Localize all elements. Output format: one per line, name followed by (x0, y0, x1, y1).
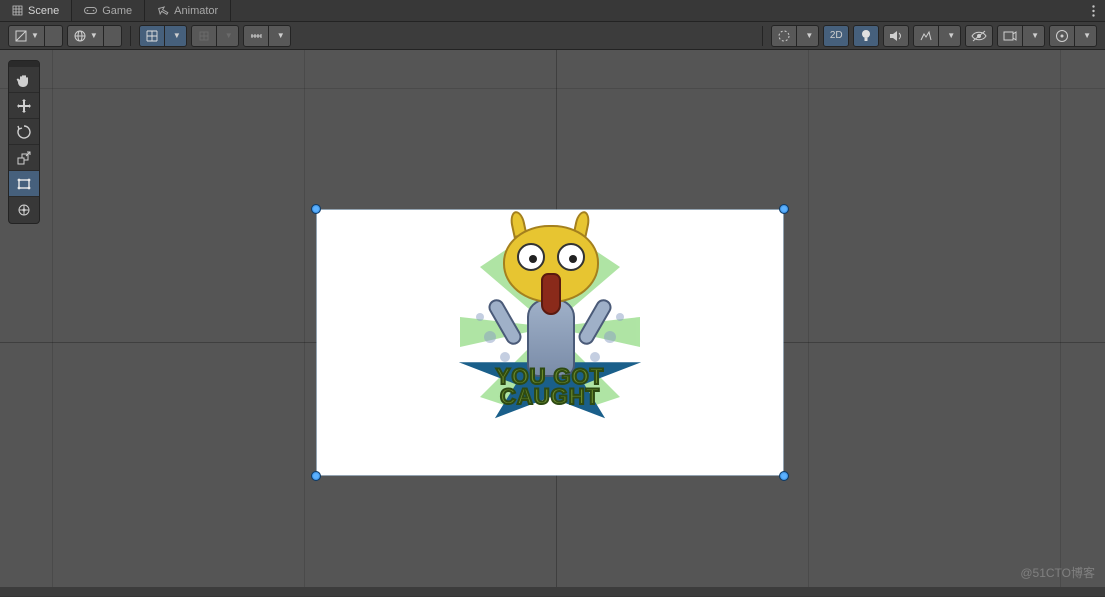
selected-object[interactable]: YOU GOT CAUGHT (317, 210, 783, 475)
transform-icon (16, 202, 32, 218)
fx-toggle[interactable] (913, 25, 939, 47)
chevron-down-icon: ▼ (947, 31, 955, 40)
snap-increment-button[interactable] (191, 25, 217, 47)
eye-off-icon (971, 30, 987, 42)
view-tool[interactable] (9, 67, 39, 93)
debug-draw-dropdown[interactable]: ▼ (797, 25, 819, 47)
grid-icon (12, 5, 23, 16)
gizmo-icon (1055, 29, 1069, 43)
chevron-down-icon: ▼ (225, 31, 233, 40)
tab-context-menu[interactable] (1081, 0, 1105, 21)
shading-mode-button[interactable]: ▼ (67, 25, 104, 47)
transform-tool-panel (8, 60, 40, 224)
globe-icon (73, 29, 87, 43)
audio-icon (889, 30, 903, 42)
scene-toolbar: ▼ ▼ ▼ ▼ ▼ ▼ 2D (0, 22, 1105, 50)
rect-tool[interactable] (9, 171, 39, 197)
scale-tool[interactable] (9, 145, 39, 171)
snap-icon (197, 29, 211, 43)
tab-game[interactable]: Game (72, 0, 145, 21)
chevron-down-icon: ▼ (277, 31, 285, 40)
grid-snap-dropdown[interactable]: ▼ (165, 25, 187, 47)
draw-mode-button[interactable]: ▼ (8, 25, 45, 47)
watermark: @51CTO博客 (1020, 564, 1095, 581)
move-tool[interactable] (9, 93, 39, 119)
chevron-down-icon: ▼ (1031, 31, 1039, 40)
shading-mode-dropdown[interactable] (104, 25, 122, 47)
camera-icon (1003, 31, 1017, 41)
resize-handle-tl[interactable] (311, 204, 321, 214)
rotate-tool[interactable] (9, 119, 39, 145)
mode-2d-button[interactable]: 2D (823, 25, 849, 47)
chevron-down-icon: ▼ (31, 31, 39, 40)
audio-toggle[interactable] (883, 25, 909, 47)
grid-snap-icon (145, 29, 159, 43)
sprite-caption: YOU GOT CAUGHT (425, 367, 675, 407)
scale-icon (16, 150, 32, 166)
camera-button[interactable] (997, 25, 1023, 47)
increment-snap-dropdown[interactable]: ▼ (269, 25, 291, 47)
transform-tool[interactable] (9, 197, 39, 223)
debug-draw-button[interactable] (771, 25, 797, 47)
rotate-icon (16, 124, 32, 140)
tab-scene[interactable]: Scene (0, 0, 72, 21)
resize-handle-bl[interactable] (311, 471, 321, 481)
rect-outline-icon (14, 29, 28, 43)
tab-bar: Scene Game Animator (0, 0, 1105, 22)
move-icon (16, 98, 32, 114)
increment-snap-button[interactable] (243, 25, 269, 47)
resize-handle-br[interactable] (779, 471, 789, 481)
kebab-icon (1092, 5, 1095, 17)
sprite-artwork: YOU GOT CAUGHT (425, 217, 675, 457)
gizmos-button[interactable] (1049, 25, 1075, 47)
camera-dropdown[interactable]: ▼ (1023, 25, 1045, 47)
hand-icon (16, 72, 32, 88)
sprite-canvas: YOU GOT CAUGHT (317, 210, 783, 475)
lightbulb-icon (860, 29, 872, 43)
chevron-down-icon: ▼ (90, 31, 98, 40)
chevron-down-icon: ▼ (1083, 31, 1091, 40)
grid-snap-button[interactable] (139, 25, 165, 47)
tab-label: Game (102, 5, 132, 17)
resize-handle-tr[interactable] (779, 204, 789, 214)
tab-animator[interactable]: Animator (145, 0, 231, 21)
chevron-down-icon: ▼ (173, 31, 181, 40)
lighting-toggle[interactable] (853, 25, 879, 47)
gamepad-icon (84, 6, 97, 15)
tab-label: Animator (174, 5, 218, 17)
fx-dropdown[interactable]: ▼ (939, 25, 961, 47)
rect-icon (16, 176, 32, 192)
circle-dash-icon (777, 29, 791, 43)
gizmos-dropdown[interactable]: ▼ (1075, 25, 1097, 47)
draw-mode-dropdown[interactable] (45, 25, 63, 47)
chevron-down-icon: ▼ (805, 31, 813, 40)
scene-viewport[interactable]: YOU GOT CAUGHT @51CTO博客 (0, 50, 1105, 587)
fx-icon (919, 30, 933, 42)
tab-label: Scene (28, 5, 59, 17)
snap-increment-dropdown[interactable]: ▼ (217, 25, 239, 47)
visibility-toggle[interactable] (965, 25, 993, 47)
ruler-icon (249, 29, 263, 43)
animator-icon (157, 6, 169, 16)
